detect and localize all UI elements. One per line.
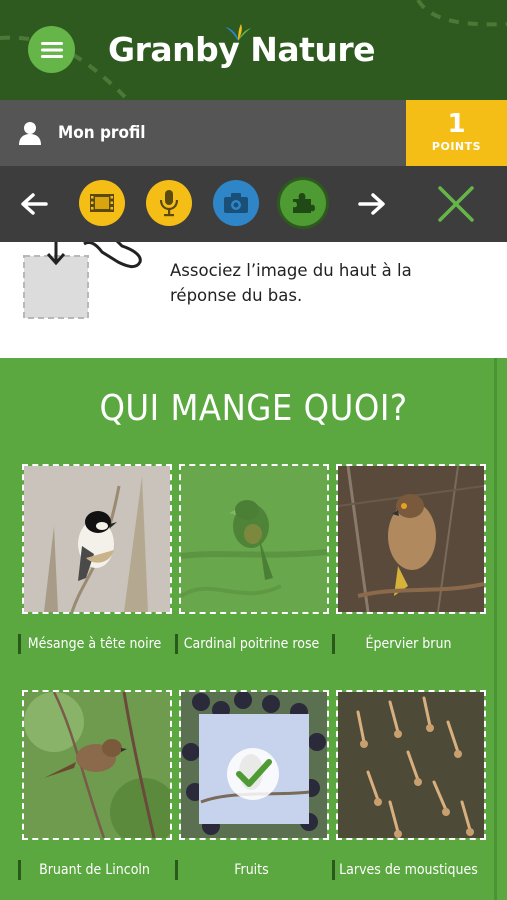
caption-fruits[interactable]: Fruits — [175, 860, 325, 880]
menu-button[interactable] — [28, 26, 75, 73]
leaf-logo-icon — [225, 24, 251, 41]
tile-grosbeak-image[interactable] — [179, 464, 329, 614]
camera-icon — [224, 193, 248, 213]
close-icon — [438, 186, 474, 222]
tile-sparrow-image[interactable] — [22, 690, 172, 840]
previous-button[interactable] — [16, 186, 52, 222]
chickadee-photo — [24, 466, 170, 612]
caption-hawk[interactable]: Épervier brun — [332, 634, 482, 654]
scroll-divider — [494, 358, 497, 900]
game-title: QUI MANGE QUOI? — [99, 388, 408, 429]
points-badge: 1 POINTS — [406, 100, 507, 166]
video-activity-button[interactable] — [79, 180, 125, 226]
tile-larvae-image[interactable] — [336, 690, 486, 840]
tile-fruits-image[interactable] — [179, 690, 329, 840]
matching-game: QUI MANGE QUOI? Mésange à tête noire Car… — [0, 358, 507, 900]
points-value: 1 — [447, 109, 466, 139]
user-icon — [19, 122, 41, 145]
profile-label: Mon profil — [58, 123, 146, 143]
profile-link[interactable]: Mon profil — [18, 116, 146, 150]
hawk-photo — [338, 466, 484, 612]
drag-hint-icon — [23, 242, 142, 319]
sparrow-photo — [24, 692, 170, 838]
fruits-photo — [181, 692, 327, 838]
larvae-photo — [338, 692, 484, 838]
next-button[interactable] — [354, 186, 390, 222]
audio-activity-button[interactable] — [146, 180, 192, 226]
activity-toolbar — [0, 166, 507, 242]
close-button[interactable] — [434, 182, 478, 226]
app-header: Granby Nature — [0, 0, 507, 100]
arrow-left-icon — [21, 193, 48, 215]
selection-overlay — [181, 466, 327, 612]
photo-activity-button[interactable] — [213, 180, 259, 226]
instruction-panel: Associez l’image du haut à la réponse du… — [0, 242, 507, 358]
tile-chickadee-image[interactable] — [22, 464, 172, 614]
points-label: POINTS — [431, 140, 482, 153]
puzzle-icon — [293, 193, 315, 213]
film-icon — [90, 194, 114, 212]
instruction-text: Associez l’image du haut à la réponse du… — [170, 261, 412, 305]
puzzle-activity-button[interactable] — [280, 180, 326, 226]
brand-logo[interactable]: Granby Nature — [108, 24, 376, 72]
caption-larvae[interactable]: Larves de moustiques — [332, 860, 482, 880]
caption-sparrow[interactable]: Bruant de Lincoln — [18, 860, 168, 880]
caption-grosbeak[interactable]: Cardinal poitrine rose — [175, 634, 325, 654]
hamburger-icon — [40, 41, 63, 58]
microphone-icon — [159, 190, 179, 217]
tile-hawk-image[interactable] — [336, 464, 486, 614]
arrow-right-icon — [358, 193, 385, 215]
caption-chickadee[interactable]: Mésange à tête noire — [18, 634, 168, 654]
